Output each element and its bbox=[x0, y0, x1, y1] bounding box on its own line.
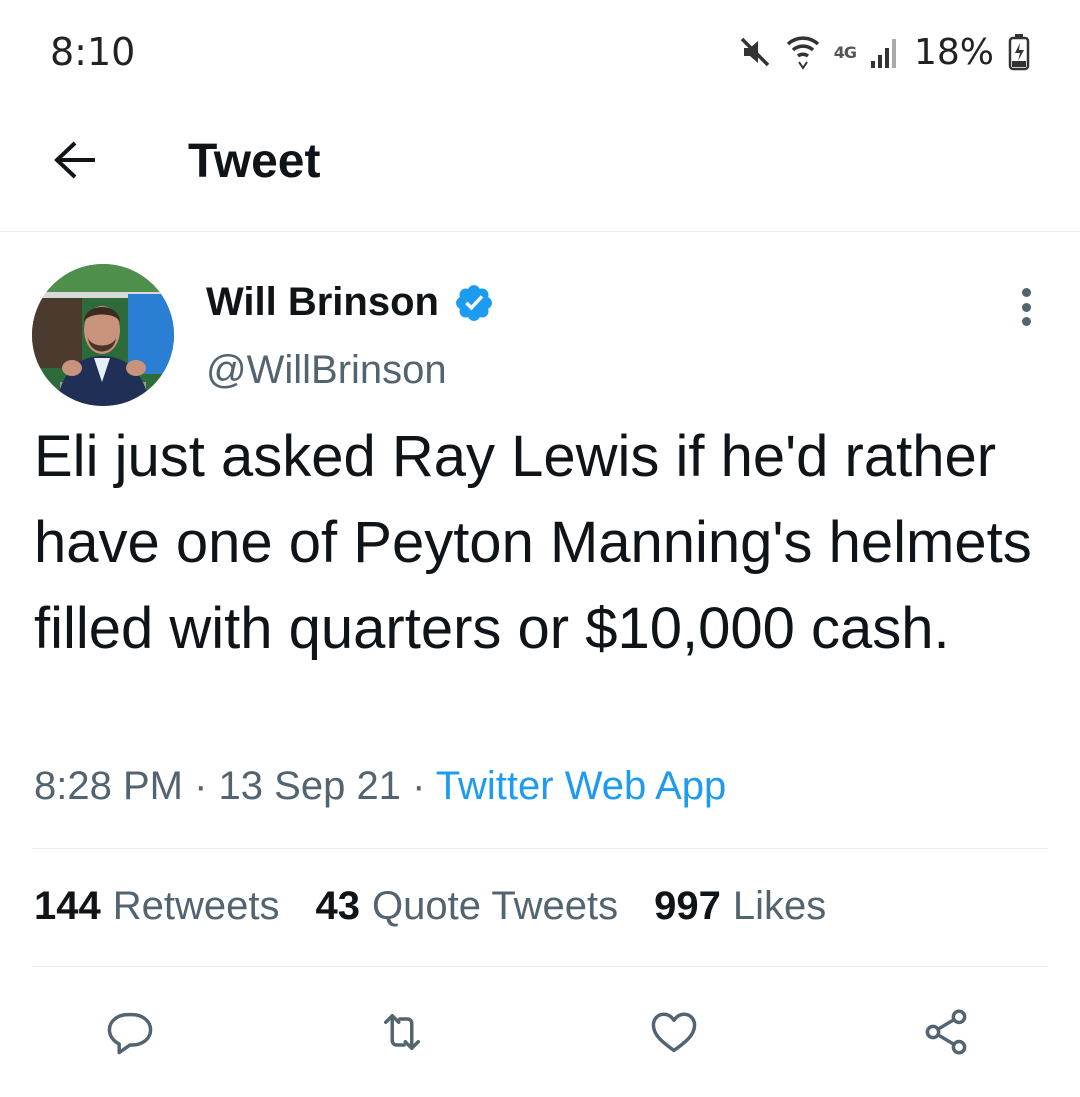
battery-percent: 18% bbox=[913, 31, 994, 73]
author-name[interactable]: Will Brinson bbox=[206, 280, 439, 325]
reply-icon bbox=[104, 1006, 156, 1058]
tweet-meta: 8:28 PM · 13 Sep 21 · Twitter Web App bbox=[34, 764, 726, 809]
like-button[interactable] bbox=[642, 1000, 706, 1064]
status-icons: 4G 18% bbox=[738, 30, 1030, 74]
signal-icon bbox=[870, 35, 900, 69]
tweet-text: Eli just asked Ray Lewis if he'd rather … bbox=[34, 424, 1032, 661]
likes-count: 997 bbox=[654, 884, 721, 928]
status-time: 8:10 bbox=[50, 30, 136, 74]
network-type: 4G bbox=[833, 42, 857, 62]
divider bbox=[32, 966, 1048, 967]
more-dot bbox=[1021, 288, 1031, 297]
header-bar: Tweet bbox=[0, 100, 1080, 232]
share-icon bbox=[920, 1006, 972, 1058]
author-name-row[interactable]: Will Brinson bbox=[206, 280, 495, 325]
divider bbox=[32, 848, 1048, 849]
share-button[interactable] bbox=[914, 1000, 978, 1064]
mute-icon bbox=[738, 35, 772, 69]
quote-tweets-label: Quote Tweets bbox=[372, 884, 619, 928]
arrow-left-icon bbox=[53, 140, 99, 185]
more-options-button[interactable] bbox=[1006, 282, 1046, 332]
quote-tweets-stat[interactable]: 43 Quote Tweets bbox=[316, 884, 619, 929]
status-bar: 8:10 4G 18% bbox=[0, 0, 1080, 100]
like-icon bbox=[648, 1006, 700, 1058]
tweet-source-link[interactable]: Twitter Web App bbox=[436, 764, 727, 808]
retweets-label: Retweets bbox=[112, 884, 280, 928]
author-handle[interactable]: @WillBrinson bbox=[206, 348, 447, 393]
likes-label: Likes bbox=[732, 884, 827, 928]
tweet-stats: 144 Retweets 43 Quote Tweets 997 Likes bbox=[34, 884, 826, 929]
likes-stat[interactable]: 997 Likes bbox=[654, 884, 826, 929]
meta-separator: · bbox=[194, 764, 208, 808]
retweets-count: 144 bbox=[34, 884, 101, 928]
meta-separator: · bbox=[412, 764, 426, 808]
more-dot bbox=[1021, 302, 1031, 312]
tweet-time[interactable]: 8:28 PM bbox=[34, 764, 183, 808]
quote-tweets-count: 43 bbox=[315, 884, 361, 928]
retweet-icon bbox=[376, 1006, 428, 1058]
page-title: Tweet bbox=[188, 135, 321, 188]
avatar[interactable] bbox=[32, 264, 174, 406]
retweets-stat[interactable]: 144 Retweets bbox=[34, 884, 280, 929]
verified-badge-icon bbox=[453, 282, 495, 324]
reply-button[interactable] bbox=[98, 1000, 162, 1064]
back-button[interactable] bbox=[44, 130, 108, 194]
wifi-icon bbox=[786, 34, 820, 70]
battery-icon bbox=[1008, 33, 1030, 71]
tweet-actions bbox=[0, 1000, 1080, 1064]
retweet-button[interactable] bbox=[370, 1000, 434, 1064]
more-dot bbox=[1021, 317, 1031, 326]
tweet-date[interactable]: 13 Sep 21 bbox=[219, 764, 401, 808]
